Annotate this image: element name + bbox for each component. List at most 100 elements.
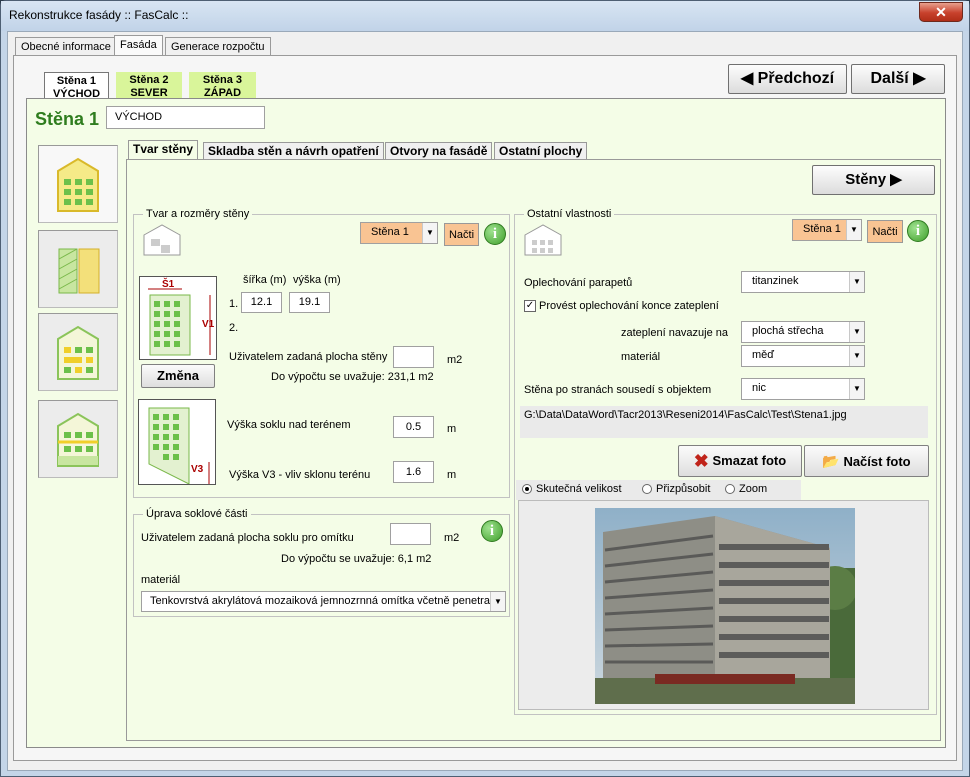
calc-area-label: Do výpočtu se uvažuje: 231,1 m2 [271,371,434,383]
wall-shape-diagram: Š1 V1 [139,276,217,360]
other-surfaces-icon [57,412,99,467]
sill-label: Oplechování parapetů [524,277,633,289]
info-icon[interactable]: i [481,520,503,542]
wall-slope-icon [148,407,210,485]
delete-photo-button[interactable]: ✖ Smazat foto [678,445,802,477]
side-openings-button[interactable] [38,313,118,391]
folder-icon: 📂 [822,453,840,469]
v3-label: V3 [191,464,204,475]
info-icon[interactable]: i [484,223,506,245]
chevron-down-icon: ▼ [422,223,437,243]
walls-button-label: Stěny [845,171,887,188]
previous-label: Předchozí [757,70,835,87]
width-label: šířka (m) [243,274,287,286]
other-load-button[interactable]: Načti [867,220,903,243]
slope-height-input[interactable]: 1.6 [393,461,434,483]
wall-slope-diagram: V3 [138,399,216,485]
arrow-right-icon: ▶ [890,171,902,188]
slope-height-label: Výška V3 - vliv sklonu terénu [229,469,371,481]
shape-group-title: Tvar a rozměry stěny [143,208,253,220]
tab-budget[interactable]: Generace rozpočtu [165,37,271,57]
wall-shape-icon [143,224,181,256]
other-wall-select-value: Stěna 1 [803,223,841,235]
wall-heading: Stěna 1 [35,109,100,129]
wall-tab-3-name: Stěna 3 [202,74,243,86]
neighbor-combo[interactable]: nic ▼ [741,378,865,400]
insulation-combo[interactable]: plochá střecha ▼ [741,321,865,343]
edge-checkbox[interactable]: ✓ [524,300,536,312]
width-input[interactable]: 12.1 [241,292,282,313]
plinth-area-label: Uživatelem zadaná plocha soklu pro omítk… [141,532,354,544]
chevron-down-icon: ▼ [849,346,864,366]
radio-actual-label: Skutečná velikost [536,483,622,495]
tab-general-info[interactable]: Obecné informace [15,37,117,57]
user-area-label: Uživatelem zadaná plocha stěny [229,351,388,363]
row1-label: 1. [229,298,239,310]
v1-label: V1 [202,319,215,330]
plinth-height-input[interactable]: 0.5 [393,416,434,438]
load-photo-label: Načíst foto [843,454,911,469]
plinth-group-title: Úprava soklové části [143,508,251,520]
flashing-material-combo[interactable]: měď ▼ [741,345,865,367]
radio-zoom[interactable] [725,484,735,494]
insulation-value: plochá střecha [752,325,824,337]
s1-label: Š1 [162,279,175,290]
plinth-material-value: Tenkovrstvá akrylátová mozaiková jemnozr… [150,595,490,607]
radio-fit-label: Přizpůsobit [656,483,711,495]
load-photo-button[interactable]: 📂 Načíst foto [804,445,929,477]
sill-value: titanzinek [752,275,799,287]
user-area-input[interactable] [393,346,434,368]
radio-zoom-label: Zoom [739,483,768,495]
user-area-unit: m2 [447,354,463,366]
plinth-area-input[interactable] [390,523,431,545]
chevron-down-icon: ▼ [849,379,864,399]
close-button[interactable]: ✕ [919,2,963,22]
tab-wall-shape[interactable]: Tvar stěny [128,140,199,161]
sill-combo[interactable]: titanzinek ▼ [741,271,865,293]
flashing-material-label: materiál [621,351,661,363]
info-icon[interactable]: i [907,220,929,242]
side-layers-button[interactable] [38,230,118,308]
plinth-height-unit: m [447,423,457,435]
radio-fit[interactable] [642,484,652,494]
neighbor-value: nic [752,382,767,394]
wall-name-input[interactable]: VÝCHOD [106,106,265,129]
chevron-down-icon: ▼ [849,272,864,292]
radio-actual-size[interactable] [522,484,532,494]
wall-tab-3[interactable]: Stěna 3 ZÁPAD [189,72,256,101]
plinth-calc-label: Do výpočtu se uvažuje: 6,1 m2 [281,553,432,565]
photo-path: G:\Data\DataWord\Tacr2013\Reseni2014\Fas… [520,406,928,438]
app-window: Rekonstrukce fasády :: FasCalc :: ✕ Obec… [0,0,970,777]
previous-button[interactable]: ◀ Předchozí [728,64,847,94]
load-wall-button[interactable]: Načti [444,223,479,246]
other-properties-icon [524,224,562,256]
chevron-down-icon: ▼ [849,322,864,342]
arrow-right-icon: ▶ [913,70,926,87]
other-wall-select-combo[interactable]: Stěna 1 ▼ [792,219,862,241]
side-other-surfaces-button[interactable] [38,400,118,478]
chevron-down-icon: ▼ [846,220,861,240]
height-input[interactable]: 19.1 [289,292,330,313]
side-wall-shape-button[interactable] [38,145,118,223]
wall-select-combo[interactable]: Stěna 1 ▼ [360,222,438,244]
wall-select-value: Stěna 1 [371,226,409,238]
wall-dimensions-icon [148,288,211,356]
wall-tab-1[interactable]: Stěna 1 VÝCHOD [44,72,109,101]
insulation-icon [58,248,100,294]
next-button[interactable]: Další ▶ [851,64,945,94]
chevron-down-icon: ▼ [490,592,505,611]
delete-icon: ✖ [693,451,709,471]
slope-height-unit: m [447,469,457,481]
change-button[interactable]: Změna [141,364,215,388]
plinth-material-combo[interactable]: Tenkovrstvá akrylátová mozaiková jemnozr… [141,591,506,612]
wall-tab-1-name: Stěna 1 [56,75,97,87]
plinth-material-label: materiál [141,574,181,586]
tab-facade[interactable]: Fasáda [114,35,163,57]
other-group-title: Ostatní vlastnosti [524,208,615,220]
window-title: Rekonstrukce fasády :: FasCalc :: [9,8,189,22]
height-label: výška (m) [293,274,341,286]
edge-check-label: Provést oplechování konce zateplení [539,300,719,312]
wall-tab-2[interactable]: Stěna 2 SEVER [116,72,182,101]
walls-button[interactable]: Stěny ▶ [812,165,935,195]
building-photo [595,508,855,704]
